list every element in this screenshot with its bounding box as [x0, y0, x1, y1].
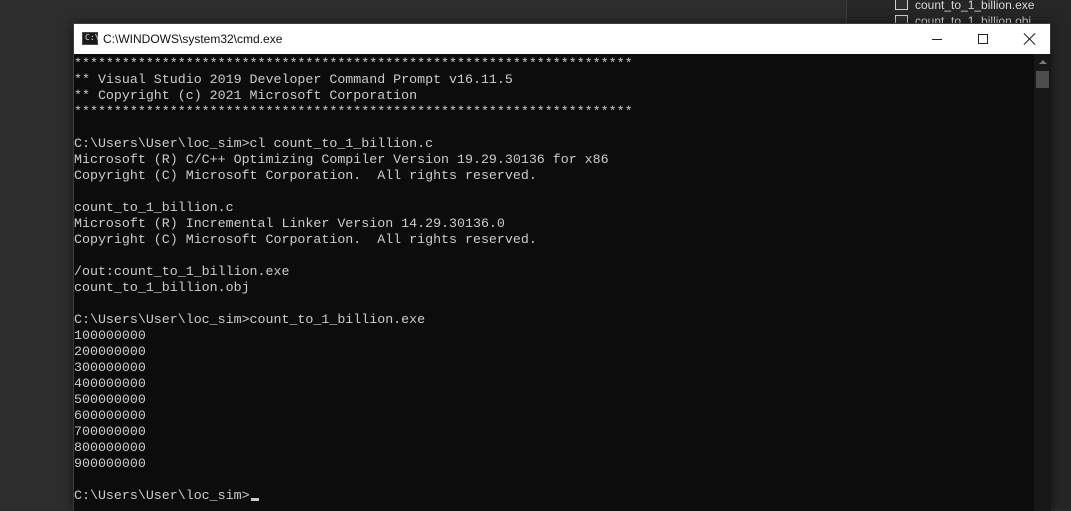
console-line: 100000000 — [74, 328, 633, 344]
minimize-button[interactable] — [914, 24, 960, 54]
minimize-icon — [932, 38, 942, 40]
vertical-scrollbar[interactable] — [1034, 54, 1051, 511]
scroll-up-button[interactable] — [1034, 54, 1051, 70]
console-line: ** Visual Studio 2019 Developer Command … — [74, 72, 633, 88]
console-line-text: ** Visual Studio 2019 Developer Command … — [74, 72, 513, 87]
file-icon — [895, 0, 908, 10]
console-line: C:\Users\User\loc_sim> — [74, 488, 633, 504]
console-line: 900000000 — [74, 456, 633, 472]
console-line: 700000000 — [74, 424, 633, 440]
console-output[interactable]: ****************************************… — [74, 54, 1034, 511]
console-line: Copyright (C) Microsoft Corporation. All… — [74, 168, 633, 184]
cmd-icon[interactable]: C:\ — [82, 32, 100, 45]
console-line: C:\Users\User\loc_sim>cl count_to_1_bill… — [74, 136, 633, 152]
title-bar[interactable]: C:\ C:\WINDOWS\system32\cmd.exe — [74, 24, 1050, 54]
console-line: Copyright (C) Microsoft Corporation. All… — [74, 232, 633, 248]
console-line-text: count_to_1_billion.obj — [74, 280, 250, 295]
console-line-text: 600000000 — [74, 408, 146, 423]
console-line-text: 200000000 — [74, 344, 146, 359]
cmd-icon-glyph: C:\ — [85, 33, 100, 42]
console-line: Microsoft (R) C/C++ Optimizing Compiler … — [74, 152, 633, 168]
chevron-up-icon — [1038, 60, 1047, 64]
console-lines: ****************************************… — [74, 56, 633, 504]
console-line-text: ****************************************… — [74, 104, 633, 119]
console-line: ** Copyright (c) 2021 Microsoft Corporat… — [74, 88, 633, 104]
maximize-icon — [978, 34, 988, 44]
console-line-text: Copyright (C) Microsoft Corporation. All… — [74, 232, 537, 247]
console-line-text: Copyright (C) Microsoft Corporation. All… — [74, 168, 537, 183]
scroll-thumb[interactable] — [1036, 71, 1049, 88]
console-line: ****************************************… — [74, 104, 633, 120]
console-line: 500000000 — [74, 392, 633, 408]
console-line-text: C:\Users\User\loc_sim> — [74, 488, 250, 503]
console-line-text: C:\Users\User\loc_sim>cl count_to_1_bill… — [74, 136, 434, 151]
console-line: Microsoft (R) Incremental Linker Version… — [74, 216, 633, 232]
console-line-text: ** Copyright (c) 2021 Microsoft Corporat… — [74, 88, 418, 103]
text-cursor — [250, 498, 259, 501]
console-line: 300000000 — [74, 360, 633, 376]
console-line-text: /out:count_to_1_billion.exe — [74, 264, 290, 279]
console-line: count_to_1_billion.c — [74, 200, 633, 216]
console-line-text: Microsoft (R) C/C++ Optimizing Compiler … — [74, 152, 609, 167]
maximize-button[interactable] — [960, 24, 1006, 54]
console-line: 200000000 — [74, 344, 633, 360]
console-line-text: 400000000 — [74, 376, 146, 391]
console-line-text: count_to_1_billion.c — [74, 200, 234, 215]
console-line-text: 500000000 — [74, 392, 146, 407]
console-line-text: ****************************************… — [74, 56, 633, 71]
close-button[interactable] — [1006, 24, 1052, 54]
console-line-text: 700000000 — [74, 424, 146, 439]
window-title: C:\WINDOWS\system32\cmd.exe — [103, 32, 283, 46]
console-line: 800000000 — [74, 440, 633, 456]
console-line-text: 900000000 — [74, 456, 146, 471]
cmd-window[interactable]: C:\ C:\WINDOWS\system32\cmd.exe ********… — [73, 23, 1051, 511]
console-line: C:\Users\User\loc_sim>count_to_1_billion… — [74, 312, 633, 328]
explorer-item-label: count_to_1_billion.exe — [915, 0, 1035, 12]
console-line: 600000000 — [74, 408, 633, 424]
console-line: 400000000 — [74, 376, 633, 392]
console-line: count_to_1_billion.obj — [74, 280, 633, 296]
console-line-text: 300000000 — [74, 360, 146, 375]
close-icon — [1023, 33, 1035, 45]
console-line-text: 800000000 — [74, 440, 146, 455]
console-line-text: C:\Users\User\loc_sim>count_to_1_billion… — [74, 312, 426, 327]
console-line: /out:count_to_1_billion.exe — [74, 264, 633, 280]
console-line-text: Microsoft (R) Incremental Linker Version… — [74, 216, 505, 231]
console-line-text: 100000000 — [74, 328, 146, 343]
console-line: ****************************************… — [74, 56, 633, 72]
